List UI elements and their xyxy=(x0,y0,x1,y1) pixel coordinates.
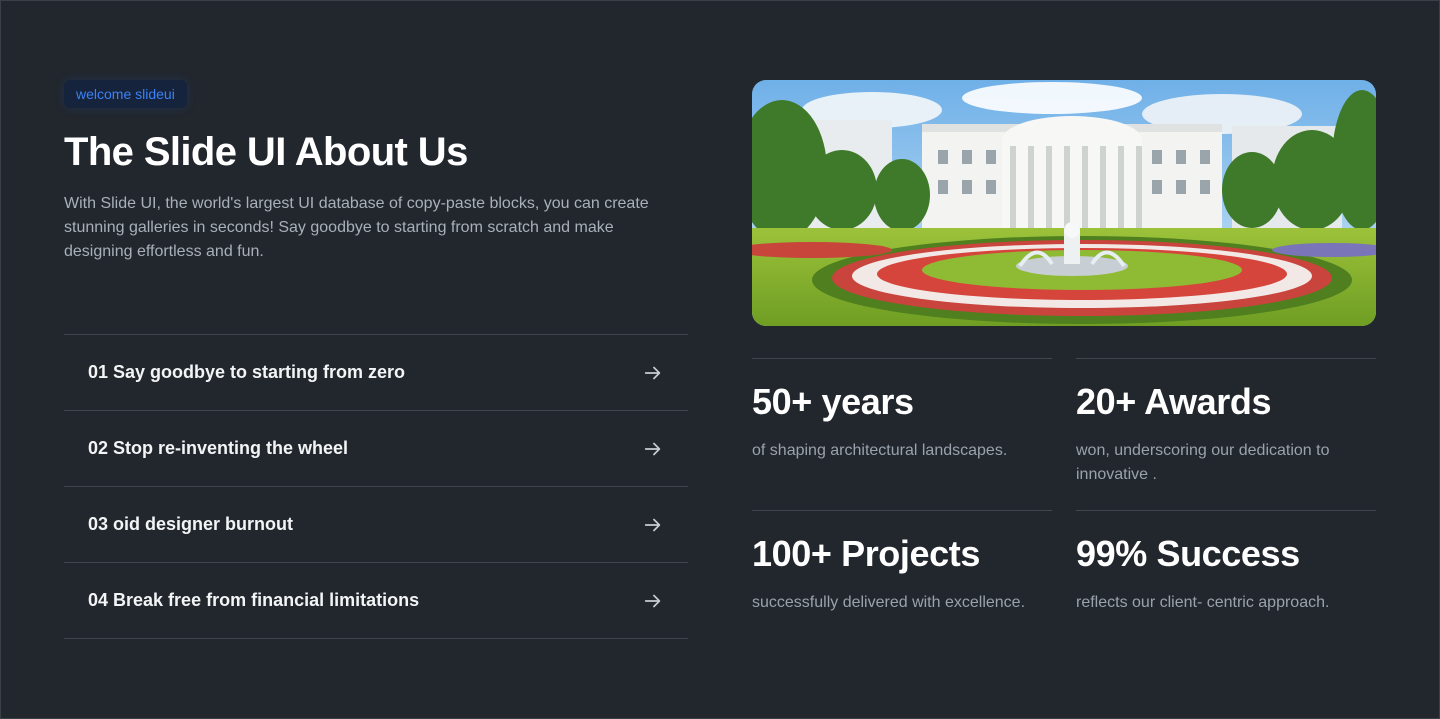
arrow-right-icon xyxy=(644,366,661,379)
stat-value: 100+ Projects xyxy=(752,533,980,574)
stat-awards: 20+ Awards won, underscoring our dedicat… xyxy=(1076,358,1376,487)
feature-list: 01 Say goodbye to starting from zero 02 … xyxy=(64,334,688,639)
page-description: With Slide UI, the world's largest UI da… xyxy=(64,195,649,260)
feature-item-4[interactable]: 04 Break free from financial limitations xyxy=(64,563,688,639)
stat-success: 99% Success reflects our client- centric… xyxy=(1076,510,1376,615)
stat-value: 99% Success xyxy=(1076,533,1300,574)
stat-value: 50+ years xyxy=(752,381,914,422)
about-intro: welcome slideui The Slide UI About Us Wi… xyxy=(64,80,688,264)
arrow-right-icon xyxy=(644,518,661,531)
stat-caption: of shaping architectural landscapes. xyxy=(752,442,1008,459)
feature-item-2[interactable]: 02 Stop re-inventing the wheel xyxy=(64,411,688,487)
arrow-right-icon xyxy=(644,594,661,607)
feature-label: 04 Break free from financial limitations xyxy=(88,590,420,610)
feature-label: 02 Stop re-inventing the wheel xyxy=(88,438,349,458)
stat-value: 20+ Awards xyxy=(1076,381,1272,422)
hero-image xyxy=(752,80,1376,326)
building-garden-illustration xyxy=(752,80,1376,326)
arrow-right-icon xyxy=(644,442,661,455)
stat-caption: reflects our client- centric approach. xyxy=(1076,594,1330,611)
feature-label: 03 oid designer burnout xyxy=(88,514,294,534)
page-title: The Slide UI About Us xyxy=(64,130,468,174)
stat-caption: successfully delivered with excellence. xyxy=(752,594,1026,611)
stat-projects: 100+ Projects successfully delivered wit… xyxy=(752,510,1052,615)
welcome-badge: welcome slideui xyxy=(64,80,187,108)
feature-item-1[interactable]: 01 Say goodbye to starting from zero xyxy=(64,335,688,411)
stat-years: 50+ years of shaping architectural lands… xyxy=(752,358,1052,463)
feature-label: 01 Say goodbye to starting from zero xyxy=(88,362,406,382)
feature-item-3[interactable]: 03 oid designer burnout xyxy=(64,487,688,563)
stat-caption: won, underscoring our dedication to inno… xyxy=(1076,442,1330,483)
